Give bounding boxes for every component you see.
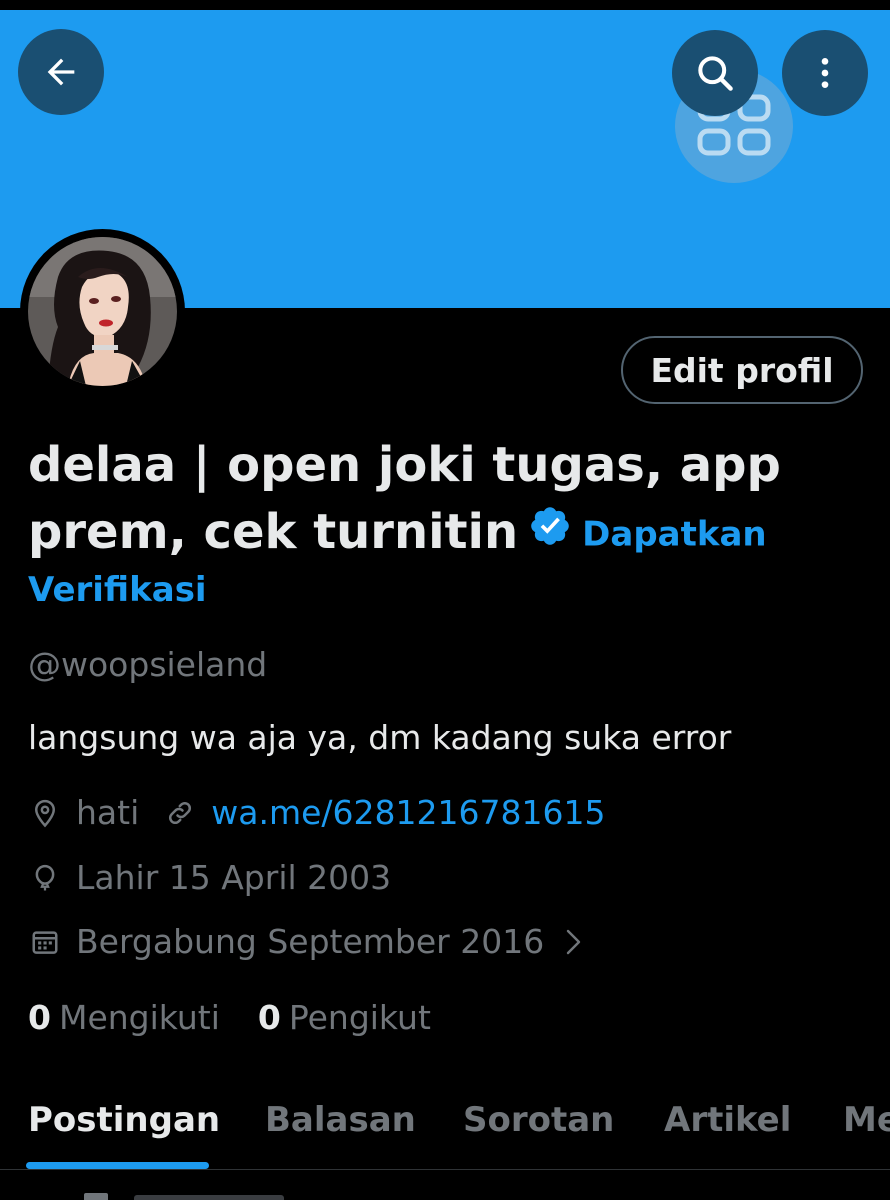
tab-highlights[interactable]: Sorotan (463, 1100, 614, 1140)
calendar-icon (28, 925, 62, 959)
link-icon (163, 796, 197, 830)
status-strip (0, 0, 890, 10)
tab-articles[interactable]: Artikel (664, 1100, 791, 1140)
search-icon (698, 56, 733, 91)
balloon-icon (28, 861, 62, 895)
next-row-peek (30, 1188, 290, 1200)
profile-handle: @woopsieland (28, 645, 268, 684)
profile-bio: langsung wa aja ya, dm kadang suka error (28, 718, 732, 757)
more-vertical-icon (821, 58, 829, 88)
follow-stats: 0 Mengikuti 0 Pengikut (28, 998, 431, 1037)
profile-name-block: delaa | open joki tugas, app prem, cek t… (28, 432, 868, 569)
location-pin-icon (28, 796, 62, 830)
tabs-divider (0, 1169, 890, 1170)
joined-text: Bergabung September 2016 (76, 922, 545, 961)
birthday-text: Lahir 15 April 2003 (76, 858, 392, 897)
chevron-right-icon[interactable] (562, 927, 586, 957)
more-options-button[interactable] (782, 30, 868, 116)
location-website-row: hati wa.me/6281216781615 (28, 793, 605, 832)
joined-row[interactable]: Bergabung September 2016 (28, 922, 586, 961)
tab-media[interactable]: Me (843, 1100, 890, 1140)
tab-posts[interactable]: Postingan (28, 1100, 220, 1140)
arrow-left-icon (47, 58, 75, 86)
birthday-row: Lahir 15 April 2003 (28, 858, 391, 897)
tab-replies[interactable]: Balasan (265, 1100, 416, 1140)
website-link[interactable]: wa.me/6281216781615 (211, 793, 605, 832)
followers-count: 0 (257, 998, 281, 1037)
verified-badge-icon[interactable] (528, 499, 572, 566)
avatar-illustration (28, 237, 177, 386)
profile-tabs: Postingan Balasan Sorotan Artikel Me (0, 1100, 890, 1160)
following-label: Mengikuti (58, 998, 220, 1037)
followers-stat[interactable]: 0 Pengikut (258, 998, 431, 1037)
following-stat[interactable]: 0 Mengikuti (28, 998, 220, 1037)
back-button[interactable] (18, 29, 104, 115)
active-tab-indicator (26, 1162, 209, 1169)
avatar[interactable] (28, 237, 177, 386)
get-verified-link-cont[interactable]: Verifikasi (28, 570, 207, 610)
get-verified-link[interactable]: Dapatkan (582, 515, 766, 555)
location-text: hati (76, 793, 140, 832)
followers-label: Pengikut (288, 998, 431, 1037)
search-button[interactable] (672, 30, 758, 116)
edit-profile-button[interactable]: Edit profil (621, 336, 863, 404)
avatar-frame[interactable] (20, 229, 185, 394)
following-count: 0 (28, 998, 51, 1037)
